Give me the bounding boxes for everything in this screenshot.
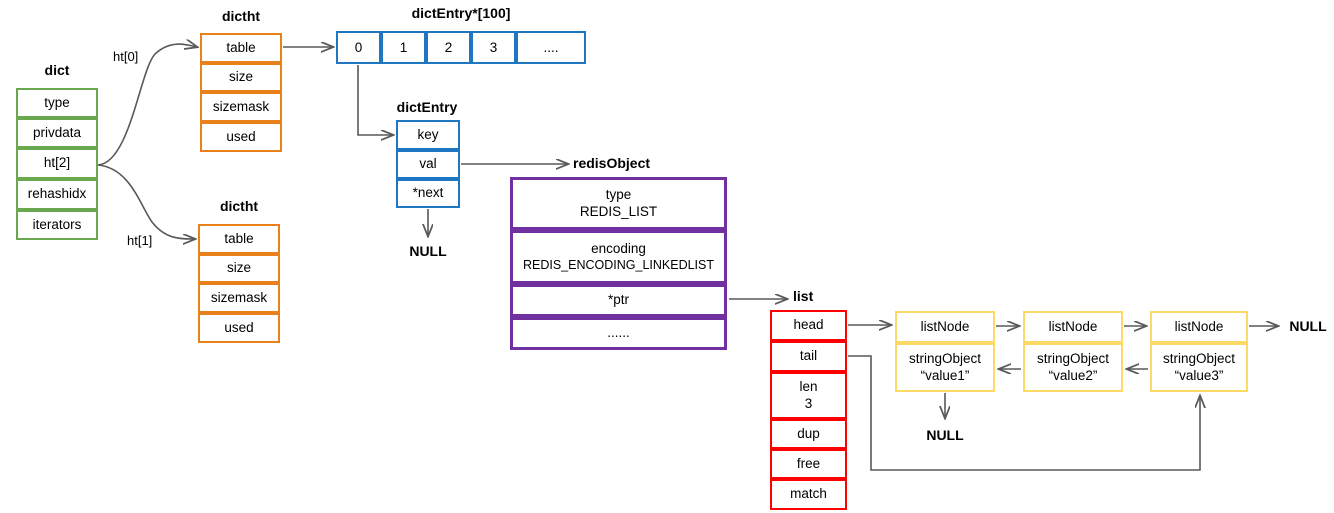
listnode-2-value-type: stringObject	[1036, 350, 1110, 366]
arrow-ht1	[97, 164, 195, 239]
dictht0-field-used-label: used	[226, 128, 256, 144]
dictentry-array-cell-2: 2	[426, 31, 471, 64]
dictentry-next-null-label: NULL	[409, 243, 447, 259]
dictht0-field-used: used	[200, 122, 282, 152]
dict-field-ht: ht[2]	[16, 148, 98, 179]
listnode-3-value-type: stringObject	[1162, 350, 1236, 366]
listnode-1-value-text: “value1”	[920, 367, 970, 383]
edge-label-ht1: ht[1]	[127, 233, 153, 248]
dictentry-field-next: *next	[396, 179, 460, 208]
listnode-2-value: stringObject “value2”	[1023, 343, 1123, 392]
dictentry-array-cell-more: ....	[516, 31, 586, 64]
listnode-2-value-text: “value2”	[1048, 367, 1098, 383]
listnode-1-value: stringObject “value1”	[895, 343, 995, 392]
dictht0-field-size: size	[200, 63, 282, 92]
dictentry-array-cell-1-label: 1	[399, 40, 408, 55]
redisobject-row-more: ......	[510, 317, 727, 350]
dictentry-field-next-label: *next	[412, 185, 444, 201]
listnode-1-value-type: stringObject	[908, 350, 982, 366]
dict-title: dict	[44, 62, 70, 78]
list-row-dup: dup	[770, 419, 847, 449]
listnode-2-header-label: listNode	[1048, 318, 1098, 334]
redisobject-row-encoding: encoding REDIS_ENCODING_LINKEDLIST	[510, 230, 727, 284]
dictht1-field-sizemask: sizemask	[198, 283, 280, 313]
dict-field-privdata-label: privdata	[32, 124, 82, 140]
list-row-dup-label: dup	[797, 425, 820, 441]
dict-field-rehashidx: rehashidx	[16, 179, 98, 210]
list-row-free: free	[770, 449, 847, 479]
dictht1-field-used-label: used	[224, 319, 254, 335]
dictentry-array-cell-2-label: 2	[444, 40, 453, 55]
dictentry-field-val: val	[396, 150, 460, 179]
list-row-len: len 3	[770, 372, 847, 419]
dict-field-type-label: type	[44, 94, 70, 110]
dictentry-array-title: dictEntry*[100]	[411, 5, 511, 21]
redisobject-row-type-value: REDIS_LIST	[579, 203, 658, 219]
dictht1-title: dictht	[219, 198, 259, 214]
redisobject-row-encoding-name: encoding	[591, 240, 646, 256]
listnode-2-header: listNode	[1023, 311, 1123, 343]
redisobject-row-type: type REDIS_LIST	[510, 177, 727, 230]
listnode-3-header: listNode	[1150, 311, 1248, 343]
dict-field-iterators-label: iterators	[32, 216, 82, 232]
list-row-free-label: free	[796, 455, 821, 471]
dict-field-privdata: privdata	[16, 118, 98, 148]
redisobject-title: redisObject	[573, 155, 651, 171]
list-row-match: match	[770, 479, 847, 510]
dictentry-field-val-label: val	[419, 156, 437, 172]
dictht1-field-size-label: size	[226, 260, 251, 276]
list-row-head-label: head	[793, 317, 824, 333]
list-row-match-label: match	[790, 486, 827, 502]
listnode-3-next-null-label: NULL	[1289, 318, 1327, 334]
dict-field-iterators: iterators	[16, 210, 98, 240]
dictentry-array-cell-3: 3	[471, 31, 516, 64]
listnode-1-header: listNode	[895, 311, 995, 343]
dictht1-field-sizemask-label: sizemask	[210, 289, 268, 305]
listnode-1-prev-null-label: NULL	[926, 427, 964, 443]
dictentry-array-cell-3-label: 3	[489, 40, 498, 55]
list-title: list	[793, 288, 814, 304]
redisobject-row-ptr-name: *ptr	[607, 292, 629, 308]
dict-field-ht-label: ht[2]	[43, 155, 71, 171]
list-row-tail: tail	[770, 341, 847, 372]
list-row-tail-label: tail	[799, 348, 818, 364]
dictht1-field-table-label: table	[224, 230, 254, 246]
dictentry-array-cell-more-label: ....	[543, 40, 559, 55]
dictentry-field-key: key	[396, 120, 460, 150]
listnode-3-value: stringObject “value3”	[1150, 343, 1248, 392]
dictht0-field-table: table	[200, 33, 282, 63]
list-row-head: head	[770, 310, 847, 341]
dictentry-array-cell-1: 1	[381, 31, 426, 64]
dictentry-title: dictEntry	[396, 99, 458, 115]
edge-label-ht0: ht[0]	[113, 49, 139, 64]
dictentry-array-cell-0-label: 0	[354, 40, 363, 55]
redisobject-row-ptr: *ptr	[510, 284, 727, 317]
dictht0-field-size-label: size	[228, 69, 253, 85]
list-row-len-label: len	[799, 378, 818, 394]
dictentry-field-key-label: key	[417, 126, 439, 142]
diagram-canvas: dict type privdata ht[2] rehashidx itera…	[0, 0, 1334, 513]
redisobject-row-type-name: type	[605, 186, 632, 202]
listnode-1-header-label: listNode	[920, 318, 970, 334]
dictentry-array-cell-0: 0	[336, 31, 381, 64]
dictht0-field-sizemask-label: sizemask	[212, 98, 270, 114]
dictht1-field-used: used	[198, 313, 280, 343]
dictht1-field-size: size	[198, 254, 280, 283]
redisobject-row-more-name: ......	[607, 325, 630, 341]
list-row-len-value: 3	[804, 395, 813, 411]
dictht0-field-sizemask: sizemask	[200, 92, 282, 122]
dict-field-type: type	[16, 88, 98, 118]
dictht1-field-table: table	[198, 224, 280, 254]
dictht0-title: dictht	[221, 8, 261, 24]
listnode-3-header-label: listNode	[1174, 318, 1224, 334]
dict-field-rehashidx-label: rehashidx	[27, 186, 87, 202]
listnode-3-value-text: “value3”	[1174, 367, 1224, 383]
redisobject-row-encoding-value: REDIS_ENCODING_LINKEDLIST	[522, 257, 715, 272]
dictht0-field-table-label: table	[226, 39, 256, 55]
